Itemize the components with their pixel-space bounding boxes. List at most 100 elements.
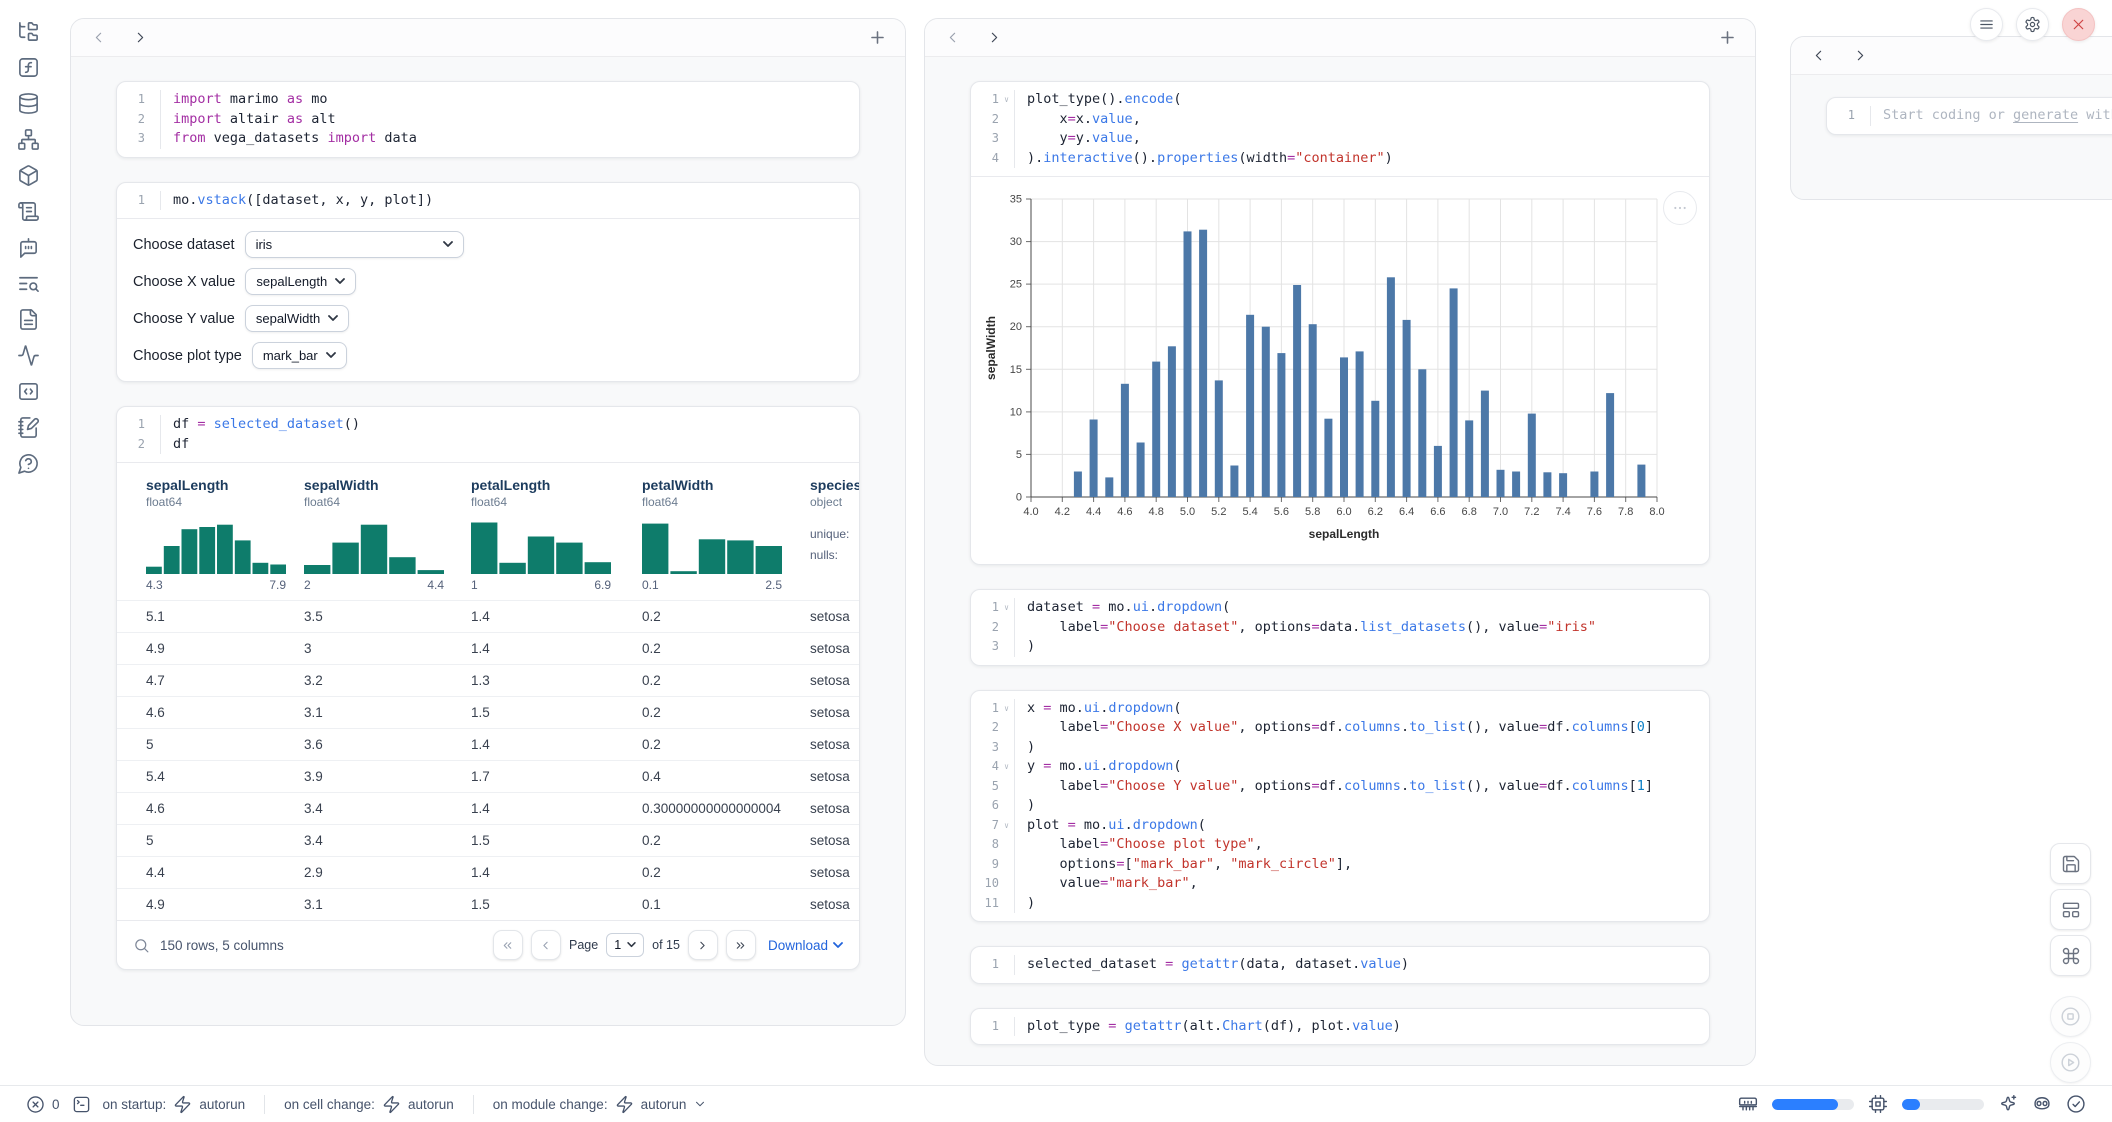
- table-row[interactable]: 5.43.91.70.4setosa: [117, 760, 859, 792]
- x-value-select[interactable]: sepalLength: [245, 268, 356, 295]
- dataset-select[interactable]: iris: [245, 231, 464, 258]
- column-header[interactable]: sepalLengthfloat644.37.9: [131, 477, 289, 592]
- sidebar-item-chat[interactable]: [16, 236, 40, 260]
- sidebar-item-snippets[interactable]: [16, 380, 40, 404]
- stop-button[interactable]: [2050, 996, 2091, 1037]
- notebook-menu-button[interactable]: [1970, 8, 2003, 41]
- copilot-button[interactable]: [2032, 1094, 2052, 1114]
- table-row[interactable]: 53.61.40.2setosa: [117, 728, 859, 760]
- sidebar-item-logs[interactable]: [16, 272, 40, 296]
- last-page-button[interactable]: [726, 930, 756, 960]
- save-button[interactable]: [2050, 843, 2091, 884]
- column-histogram[interactable]: [146, 518, 286, 574]
- add-cell-button[interactable]: [867, 28, 887, 48]
- column-scroll-left-button[interactable]: [1809, 47, 1827, 65]
- cell-xy-plot-dropdowns[interactable]: 1∨x = mo.ui.dropdown(2 label="Choose X v…: [970, 690, 1710, 923]
- code-editor[interactable]: 1import marimo as mo2import altair as al…: [117, 82, 859, 157]
- fold-marker-icon[interactable]: ∨: [999, 90, 1014, 110]
- vega-actions-button[interactable]: [1663, 191, 1697, 225]
- table-row[interactable]: 4.73.21.30.2setosa: [117, 664, 859, 696]
- errors-indicator[interactable]: 0: [26, 1095, 60, 1114]
- table-row[interactable]: 4.931.40.2setosa: [117, 632, 859, 664]
- column-scroll-right-button[interactable]: [131, 29, 149, 47]
- svg-text:10: 10: [1010, 406, 1022, 418]
- first-page-button[interactable]: [493, 930, 523, 960]
- code-placeholder[interactable]: Start coding or generate with AI: [1870, 106, 2112, 126]
- fold-marker-icon[interactable]: ∨: [999, 757, 1014, 777]
- fold-marker-icon[interactable]: ∨: [999, 816, 1014, 836]
- column-name: species: [810, 477, 860, 493]
- on-startup-setting[interactable]: on startup: autorun: [103, 1095, 246, 1114]
- add-cell-button[interactable]: [1717, 28, 1737, 48]
- cell-dataset-dropdown[interactable]: 1∨dataset = mo.ui.dropdown(2 label="Choo…: [970, 589, 1710, 666]
- column-scroll-right-button[interactable]: [985, 29, 1003, 47]
- sidebar-item-functions[interactable]: [16, 56, 40, 80]
- code-editor[interactable]: 1selected_dataset = getattr(data, datase…: [971, 947, 1709, 983]
- page-select[interactable]: 1: [606, 933, 644, 957]
- column-histogram[interactable]: [471, 518, 611, 574]
- new-cell[interactable]: 1 Start coding or generate with AI: [1826, 97, 2112, 135]
- sidebar-item-tracing[interactable]: [16, 344, 40, 368]
- on-cell-change-setting[interactable]: on cell change: autorun: [284, 1095, 454, 1114]
- prev-page-button[interactable]: [531, 930, 561, 960]
- column-header[interactable]: petalWidthfloat640.12.5: [627, 477, 795, 592]
- table-row[interactable]: 4.63.41.40.30000000000000004setosa: [117, 792, 859, 824]
- layout-button[interactable]: [2050, 889, 2091, 930]
- cell-selected-dataset[interactable]: 1selected_dataset = getattr(data, datase…: [970, 946, 1710, 984]
- table-row[interactable]: 4.93.11.50.1setosa: [117, 888, 859, 920]
- sidebar-item-help[interactable]: [16, 452, 40, 476]
- sidebar-item-datasources[interactable]: [16, 92, 40, 116]
- column-header[interactable]: sepalWidthfloat6424.4: [289, 477, 456, 592]
- svg-text:5: 5: [1016, 449, 1022, 461]
- next-page-button[interactable]: [688, 930, 718, 960]
- column-histogram[interactable]: [304, 518, 444, 574]
- settings-button[interactable]: [2016, 8, 2049, 41]
- search-icon[interactable]: [133, 937, 150, 954]
- cell-imports[interactable]: 1import marimo as mo2import altair as al…: [116, 81, 860, 158]
- cell-df[interactable]: 1df = selected_dataset()2df sepalLengthf…: [116, 406, 860, 970]
- shutdown-button[interactable]: [2062, 8, 2095, 41]
- column-header[interactable]: speciesobjectunique:nulls:: [795, 477, 860, 592]
- table-row[interactable]: 4.42.91.40.2setosa: [117, 856, 859, 888]
- sidebar-item-documentation[interactable]: [16, 308, 40, 332]
- on-module-change-setting[interactable]: on module change: autorun: [493, 1095, 708, 1114]
- fold-marker-icon[interactable]: ∨: [999, 699, 1014, 719]
- code-editor[interactable]: 1df = selected_dataset()2df: [117, 407, 859, 462]
- sidebar-item-file-tree[interactable]: [16, 20, 40, 44]
- table-row[interactable]: 53.41.50.2setosa: [117, 824, 859, 856]
- connection-status-button[interactable]: [2066, 1094, 2086, 1114]
- plot-type-select[interactable]: mark_bar: [252, 342, 347, 369]
- cell-plot[interactable]: 1∨plot_type().encode(2 x=x.value,3 y=y.v…: [970, 81, 1710, 565]
- terminal-button[interactable]: [72, 1095, 91, 1114]
- generate-with-ai-link[interactable]: generate: [2013, 107, 2078, 123]
- cell-plot-type[interactable]: 1plot_type = getattr(alt.Chart(df), plot…: [970, 1008, 1710, 1046]
- fold-marker-icon[interactable]: ∨: [999, 598, 1014, 618]
- code-editor[interactable]: 1mo.vstack([dataset, x, y, plot]): [117, 183, 859, 219]
- code-editor[interactable]: 1∨plot_type().encode(2 x=x.value,3 y=y.v…: [971, 82, 1709, 176]
- svg-text:7.4: 7.4: [1555, 506, 1570, 518]
- sidebar-item-scratchpad[interactable]: [16, 416, 40, 440]
- code-editor[interactable]: 1∨x = mo.ui.dropdown(2 label="Choose X v…: [971, 691, 1709, 922]
- sidebar-item-scripts[interactable]: [16, 200, 40, 224]
- table-cell: 3.9: [289, 769, 456, 784]
- table-row[interactable]: 4.63.11.50.2setosa: [117, 696, 859, 728]
- code-editor[interactable]: 1plot_type = getattr(alt.Chart(df), plot…: [971, 1009, 1709, 1045]
- cell-vstack[interactable]: 1mo.vstack([dataset, x, y, plot]) Choose…: [116, 182, 860, 383]
- column-dtype: float64: [146, 495, 289, 509]
- run-button[interactable]: [2050, 1042, 2091, 1083]
- ai-assistant-button[interactable]: [1998, 1094, 2018, 1114]
- column-scroll-left-button[interactable]: [89, 29, 107, 47]
- column-scroll-left-button[interactable]: [943, 29, 961, 47]
- altair-chart[interactable]: 4.04.24.44.64.85.05.25.45.65.86.06.26.46…: [981, 189, 1681, 547]
- sidebar-item-dependencies[interactable]: [16, 128, 40, 152]
- code-editor[interactable]: 1∨dataset = mo.ui.dropdown(2 label="Choo…: [971, 590, 1709, 665]
- column-header[interactable]: petalLengthfloat6416.9: [456, 477, 627, 592]
- chevron-down-icon: [693, 1097, 707, 1111]
- sidebar-item-packages[interactable]: [16, 164, 40, 188]
- y-value-select[interactable]: sepalWidth: [245, 305, 349, 332]
- table-row[interactable]: 5.13.51.40.2setosa: [117, 600, 859, 632]
- keyboard-shortcuts-button[interactable]: [2050, 935, 2091, 976]
- download-button[interactable]: Download: [768, 938, 843, 953]
- column-scroll-right-button[interactable]: [1851, 47, 1869, 65]
- column-histogram[interactable]: [642, 518, 782, 574]
